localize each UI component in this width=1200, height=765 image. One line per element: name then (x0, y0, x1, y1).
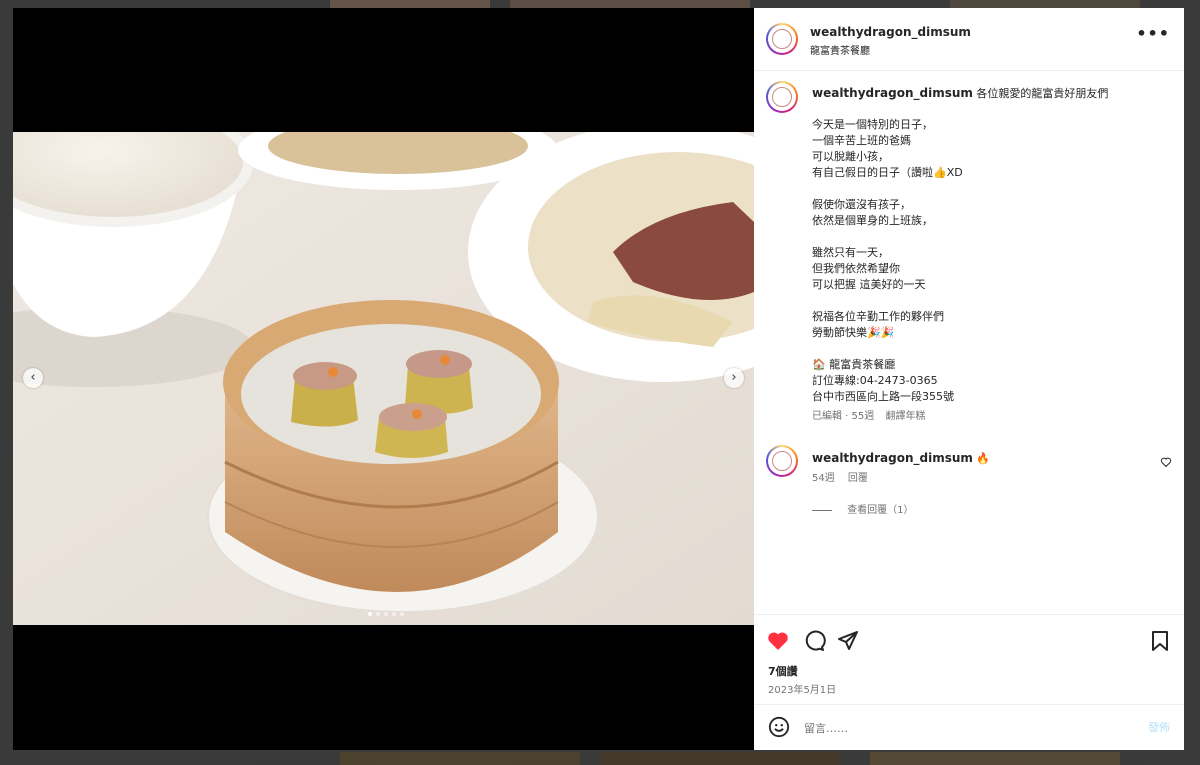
avatar[interactable] (766, 81, 798, 113)
header-location[interactable]: 龍富貴茶餐廳 (810, 42, 870, 57)
caption-line: 依然是個單身的上班族， (812, 214, 933, 227)
reply-button[interactable]: 回覆 (848, 473, 868, 484)
comment-text: wealthydragon_dimsum 🔥 (812, 450, 990, 467)
caption-body: 今天是一個特別的日子， 一個辛苦上班的爸媽 可以脫離小孩， 有自己假日的日子（讚… (812, 117, 963, 422)
like-comment-icon[interactable] (1160, 456, 1172, 471)
carousel-dot (368, 612, 372, 616)
brand-logo-icon (772, 451, 792, 471)
action-bar: 7個讚 2023年5月1日 (754, 614, 1184, 705)
emoji-icon (768, 716, 790, 738)
caption-timestamp: 已編輯 · 55週 (812, 411, 875, 422)
caption-line: 一個辛苦上班的爸媽 (812, 134, 911, 147)
caption-line: 祝福各位辛勤工作的夥伴們 (812, 310, 944, 323)
comment-username[interactable]: wealthydragon_dimsum (812, 451, 973, 465)
caption-line (812, 341, 963, 357)
comments-section: wealthydragon_dimsum 各位親愛的龍富貴好朋友們 今天是一個特… (754, 71, 1184, 614)
post-sidebar: wealthydragon_dimsum 龍富貴茶餐廳 ••• wealthyd… (754, 8, 1184, 750)
caption-line (812, 293, 963, 309)
bookmark-icon (1152, 631, 1168, 651)
translate-link[interactable]: 翻譯年糕 (885, 411, 925, 422)
view-replies-row[interactable]: 查看回覆（1） (812, 503, 914, 519)
carousel-dot (384, 612, 388, 616)
comment-icon (805, 630, 826, 651)
caption-line: 有自己假日的日子（讚啦👍XD (812, 166, 963, 179)
carousel-dot (376, 612, 380, 616)
comment-time: 54週 (812, 473, 835, 484)
caption-line: 假使你還沒有孩子， (812, 198, 911, 211)
post-comment-button[interactable]: 發佈 (1148, 719, 1170, 735)
caption-line: 可以把握 這美好的一天 (812, 278, 926, 291)
caption-line: 訂位專線:04-2473-0365 (812, 374, 938, 387)
avatar[interactable] (766, 445, 798, 477)
caption-line (812, 229, 963, 245)
replies-divider (812, 509, 832, 511)
caption-line: 🏠 龍富貴茶餐廳 (812, 358, 896, 371)
caption-line: 可以脫離小孩， (812, 150, 889, 163)
post-media: ‹ › (13, 8, 754, 750)
dimsum-photo-image (13, 132, 754, 625)
comment-input[interactable] (802, 717, 1126, 739)
caption-username[interactable]: wealthydragon_dimsum (812, 86, 973, 100)
heart-filled-icon (768, 632, 788, 650)
caption-header: wealthydragon_dimsum 各位親愛的龍富貴好朋友們 (812, 85, 1108, 102)
carousel-indicator (368, 612, 404, 616)
post-modal: ‹ › wealthydragon_dimsum 龍富貴茶餐廳 ••• weal… (13, 8, 1184, 750)
caption-line: 雖然只有一天， (812, 246, 889, 259)
like-button[interactable] (766, 629, 790, 653)
comment-body: 🔥 (976, 452, 991, 465)
caption-line (812, 181, 963, 197)
send-icon (838, 631, 858, 650)
carousel-dot (392, 612, 396, 616)
post-photo[interactable] (13, 132, 754, 625)
emoji-button[interactable] (768, 716, 790, 738)
carousel-dot (400, 612, 404, 616)
comment-button[interactable] (802, 629, 826, 653)
next-image-button[interactable]: › (724, 368, 744, 388)
header-username[interactable]: wealthydragon_dimsum (810, 25, 971, 39)
previous-image-button[interactable]: ‹ (23, 368, 43, 388)
heart-outline-icon (1160, 457, 1172, 468)
caption-line: 但我們依然希望你 (812, 262, 900, 275)
like-count[interactable]: 7個讚 (768, 663, 798, 679)
post-header: wealthydragon_dimsum 龍富貴茶餐廳 ••• (754, 8, 1184, 71)
brand-logo-icon (772, 87, 792, 107)
brand-logo-icon (772, 29, 792, 49)
comment-meta: 54週 回覆 (812, 471, 868, 487)
post-date: 2023年5月1日 (768, 685, 837, 696)
caption-intro: 各位親愛的龍富貴好朋友們 (976, 87, 1109, 100)
save-button[interactable] (1148, 629, 1172, 653)
comment-composer: 發佈 (754, 704, 1184, 751)
more-options-icon[interactable]: ••• (1136, 24, 1170, 43)
share-button[interactable] (836, 629, 860, 653)
caption-line: 勞動節快樂🎉🎉 (812, 326, 895, 339)
avatar[interactable] (766, 23, 798, 55)
caption-meta: 已編輯 · 55週 翻譯年糕 (812, 407, 963, 422)
caption-line: 台中市西區向上路一段355號 (812, 390, 954, 403)
view-replies-link[interactable]: 查看回覆（1） (847, 505, 913, 516)
caption-line: 今天是一個特別的日子， (812, 118, 933, 131)
